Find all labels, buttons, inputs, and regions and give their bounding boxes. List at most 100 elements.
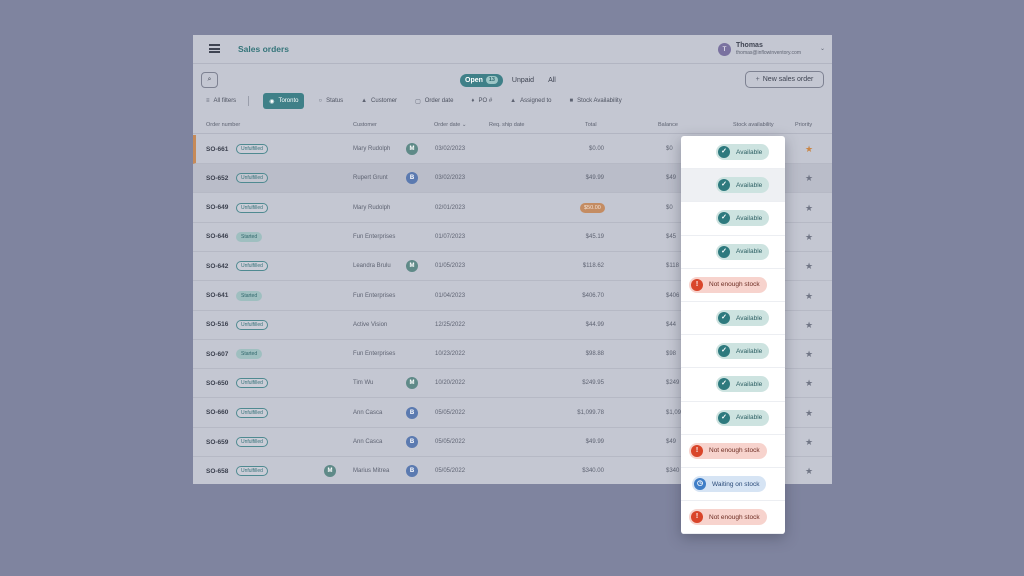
order-number[interactable]: SO-650 [206,380,228,387]
order-number[interactable]: SO-607 [206,351,228,358]
col-order-date[interactable]: Order date ⌄ [434,122,466,128]
filter-2[interactable]: ○ Status [318,93,343,109]
stock-status-pill[interactable]: ✓ Available [716,343,770,360]
chevron-down-icon[interactable]: ⌄ [820,45,825,52]
filter-label: Stock Availability [577,98,622,104]
priority-star-icon[interactable]: ★ [805,144,813,155]
order-number[interactable]: SO-659 [206,439,228,446]
order-balance: $49 [666,175,677,182]
stock-status-pill[interactable]: ◷ Waiting on stock [692,476,767,492]
col-order-number[interactable]: Order number [206,122,240,128]
order-number[interactable]: SO-641 [206,292,228,299]
stock-status-pill[interactable]: ✓ Available [716,210,770,227]
filter-label: Customer [371,98,398,104]
stock-status-pill[interactable]: ✓ Available [716,144,770,160]
check-icon: ✓ [718,179,730,192]
stock-option-row[interactable]: ! Not enough stock [681,269,785,302]
stock-status-pill[interactable]: ✓ Available [716,376,770,393]
stock-option-row[interactable]: ✓ Available [681,402,785,435]
col-total[interactable]: Total [585,122,597,128]
order-date: 02/01/2023 [435,204,466,211]
stock-status-pill[interactable]: ✓ Available [716,310,770,326]
col-customer[interactable]: Customer [353,122,377,128]
new-sales-order-button[interactable]: + New sales order [745,71,824,88]
tab-all[interactable]: All [543,74,561,87]
priority-star-icon[interactable]: ★ [805,232,813,243]
order-number[interactable]: SO-652 [206,175,228,182]
check-icon: ✓ [718,345,730,358]
filter-1[interactable]: ◉ Toronto [263,93,305,109]
status-badge: Started [236,231,263,242]
stock-status-label: Available [736,214,763,222]
stock-option-row[interactable]: ✓ Available [681,202,785,236]
order-number[interactable]: SO-660 [206,409,228,416]
col-balance[interactable]: Balance [658,122,678,128]
col-ship-date[interactable]: Req. ship date [489,122,524,128]
order-number[interactable]: SO-661 [206,146,228,153]
top-bar: Sales orders T Thomas thomas@inflowinven… [193,35,832,64]
filter-0[interactable]: ≡ All filters [206,93,236,109]
priority-star-icon[interactable]: ★ [805,408,813,419]
filter-7[interactable]: ■ Stock Availability [569,93,621,109]
stock-option-row[interactable]: ✓ Available [681,368,785,402]
calendar-icon: ▢ [415,98,421,105]
stock-status-label: Available [736,248,763,256]
stock-status-pill[interactable]: ! Not enough stock [689,509,767,526]
stock-option-row[interactable]: ✓ Available [681,302,785,336]
stock-availability-popover: ✓ Available ✓ Available ✓ Available ✓ Available… [681,136,785,534]
stock-option-row[interactable]: ✓ Available [681,136,785,170]
filter-5[interactable]: ♦ PO # [471,93,492,109]
status-badge: Unfulfilled [236,144,268,154]
priority-star-icon[interactable]: ★ [805,437,813,448]
stock-option-row[interactable]: ◷ Waiting on stock [681,468,785,502]
user-email: thomas@inflowinventory.com [736,50,802,56]
status-badge: Unfulfilled [236,378,268,389]
filter-3[interactable]: ▲ Customer [361,93,397,109]
order-number[interactable]: SO-516 [206,321,228,328]
box-icon: ■ [569,98,574,104]
order-date: 03/02/2023 [435,175,466,182]
order-number[interactable]: SO-642 [206,263,228,270]
priority-star-icon[interactable]: ★ [805,378,813,389]
stock-status-pill[interactable]: ✓ Available [716,243,770,260]
col-stock[interactable]: Stock availability [733,122,774,128]
status-badge: Started [236,290,263,301]
stock-status-pill[interactable]: ! Not enough stock [689,442,767,459]
col-priority[interactable]: Priority [795,122,812,128]
user-avatar[interactable]: T [718,43,731,56]
user-name[interactable]: Thomas [736,42,763,49]
order-number[interactable]: SO-649 [206,204,228,211]
stock-option-row[interactable]: ! Not enough stock [681,501,785,534]
priority-star-icon[interactable]: ★ [805,261,813,272]
tab-unpaid[interactable]: Unpaid [507,74,539,87]
priority-star-icon[interactable]: ★ [805,291,813,302]
assignee-avatar: M [406,143,418,155]
priority-star-icon[interactable]: ★ [805,466,813,477]
order-number[interactable]: SO-646 [206,233,228,240]
search-button[interactable]: ⌕ [201,72,218,88]
priority-star-icon[interactable]: ★ [805,320,813,331]
plus-icon: + [755,76,760,83]
stock-status-label: Available [736,414,763,422]
order-number[interactable]: SO-658 [206,468,228,475]
stock-status-pill[interactable]: ! Not enough stock [689,276,767,293]
customer-name: Leandra Brulu [353,263,391,270]
clock-icon: ◷ [694,478,706,490]
status-badge: Unfulfilled [236,407,268,418]
stock-status-pill[interactable]: ✓ Available [716,409,770,426]
menu-icon[interactable] [209,44,220,53]
stock-option-row[interactable]: ✓ Available [681,335,785,369]
alert-icon: ! [691,511,703,524]
stock-option-row[interactable]: ✓ Available [681,169,785,203]
filter-6[interactable]: ▲ Assigned to [510,93,551,109]
alert-icon: ! [691,444,703,457]
priority-star-icon[interactable]: ★ [805,173,813,184]
tab-open[interactable]: Open 13 [460,74,503,87]
filter-4[interactable]: ▢ Order date [415,93,453,109]
priority-star-icon[interactable]: ★ [805,349,813,360]
stock-option-row[interactable]: ✓ Available [681,236,785,269]
stock-option-row[interactable]: ! Not enough stock [681,435,785,468]
stock-status-pill[interactable]: ✓ Available [716,177,770,194]
priority-star-icon[interactable]: ★ [805,203,813,214]
order-total: $49.99 [585,175,604,182]
